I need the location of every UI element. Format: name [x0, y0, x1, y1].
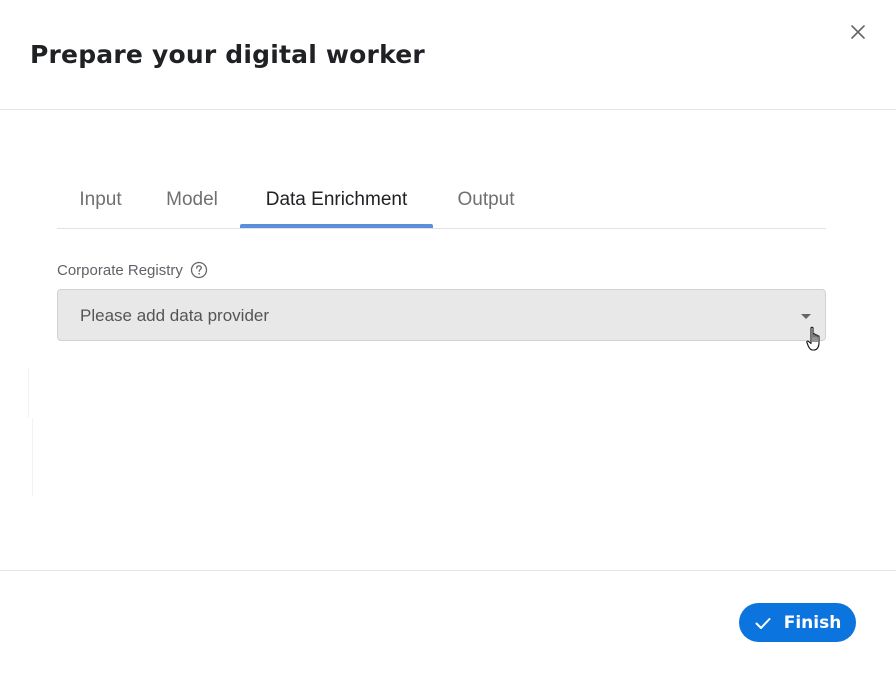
tab-output[interactable]: Output — [433, 178, 539, 228]
corporate-registry-select[interactable]: Please add data provider — [57, 289, 826, 341]
help-button[interactable] — [190, 261, 208, 279]
dialog-footer: Finish — [0, 570, 896, 673]
caret-down-icon — [801, 314, 811, 319]
divider — [32, 418, 33, 496]
active-tab-indicator — [240, 224, 433, 228]
divider — [28, 368, 29, 418]
prepare-digital-worker-dialog: Prepare your digital worker Input Model … — [0, 0, 896, 673]
hand-pointer-cursor-icon — [806, 326, 820, 351]
tab-model[interactable]: Model — [144, 178, 240, 228]
finish-label: Finish — [783, 612, 842, 633]
select-placeholder: Please add data provider — [80, 306, 270, 325]
corporate-registry-label: Corporate Registry — [57, 261, 183, 279]
dialog-title: Prepare your digital worker — [30, 40, 425, 69]
close-button[interactable] — [846, 20, 870, 44]
question-circle-icon — [190, 261, 208, 279]
check-icon — [755, 617, 771, 629]
tab-bar: Input Model Data Enrichment Output — [57, 178, 826, 229]
tab-input[interactable]: Input — [57, 178, 144, 228]
finish-button[interactable]: Finish — [739, 603, 856, 642]
close-icon — [851, 25, 865, 39]
corporate-registry-label-row: Corporate Registry — [57, 261, 208, 279]
dialog-header: Prepare your digital worker — [0, 0, 896, 110]
tab-data-enrichment[interactable]: Data Enrichment — [240, 178, 433, 228]
